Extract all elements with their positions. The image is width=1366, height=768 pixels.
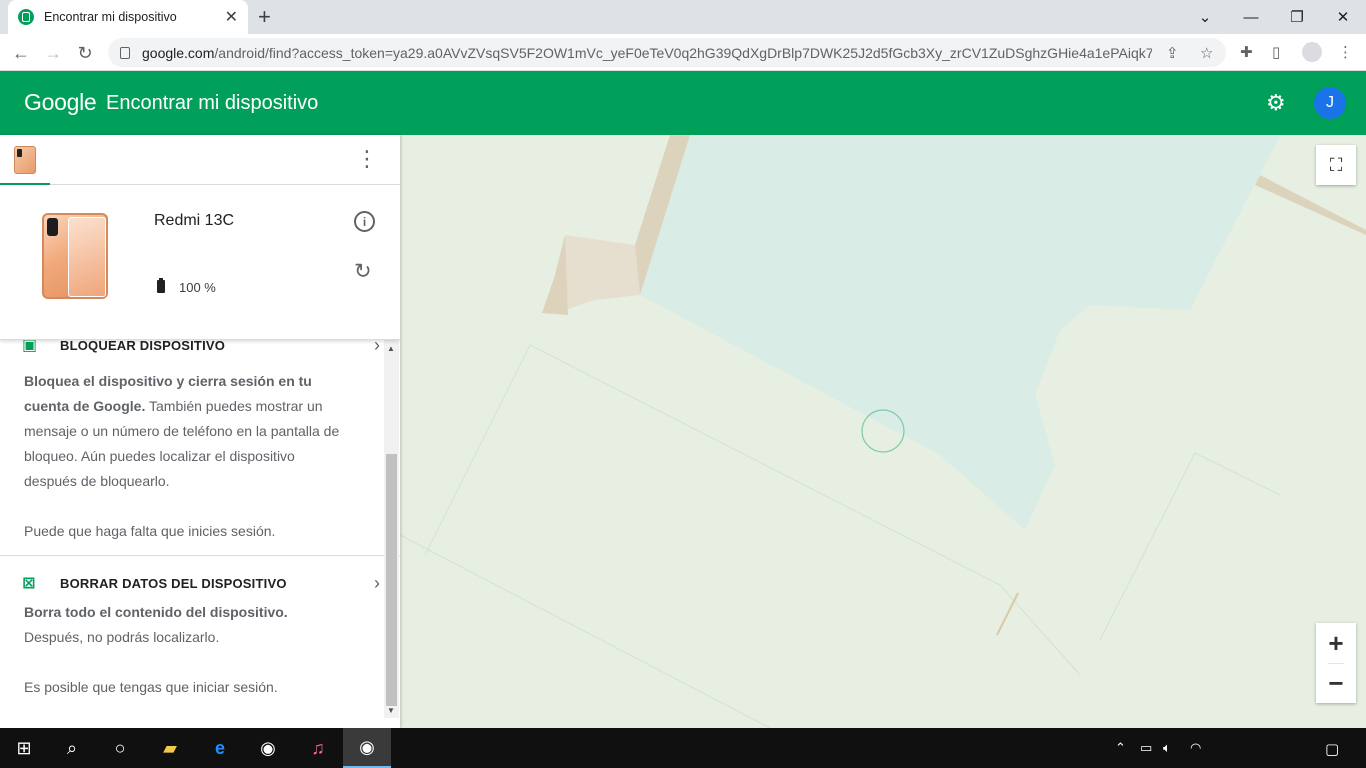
settings-gear-icon[interactable]: ⚙ xyxy=(1266,90,1286,116)
windows-taskbar: ⊞ ⌕ ○ ▰ e ◉ ♫ ◉ ⌃ ▭ 🔈︎ ◠ ▢ xyxy=(0,728,1366,768)
scrollbar-thumb[interactable] xyxy=(386,454,397,706)
device-name: Redmi 13C xyxy=(154,212,235,229)
browser-tab-bar: Encontrar mi dispositivo ✕ + ⌄ — ❐ ✕ xyxy=(0,0,1366,34)
device-thumbnail-icon xyxy=(14,146,36,174)
page-title: Encontrar mi dispositivo xyxy=(106,92,319,114)
url-text: google.com/android/find?access_token=ya2… xyxy=(142,44,1152,61)
map-view[interactable]: ⛶ + − xyxy=(400,135,1366,728)
erase-device-note: Es posible que tengas que iniciar sesión… xyxy=(24,679,278,695)
close-window-button[interactable]: ✕ xyxy=(1320,0,1366,34)
browser-toolbar: ← → ↻ google.com/android/find?access_tok… xyxy=(0,34,1366,71)
zoom-in-button[interactable]: + xyxy=(1328,623,1343,663)
extensions-icon[interactable]: ✚ xyxy=(1240,43,1253,61)
lock-icon xyxy=(120,46,130,59)
section-divider xyxy=(0,555,400,556)
device-tabs: ⋮ xyxy=(0,135,400,186)
address-bar[interactable]: google.com/android/find?access_token=ya2… xyxy=(108,38,1226,67)
notifications-icon[interactable]: ▢ xyxy=(1325,740,1339,758)
volume-icon[interactable]: 🔈︎ xyxy=(1163,740,1171,756)
battery-level: 100 % xyxy=(179,280,216,295)
scroll-up-arrow-icon[interactable]: ▲ xyxy=(387,344,395,353)
lock-device-note: Puede que haga falta que inicies sesión. xyxy=(24,523,276,539)
chevron-right-icon: › xyxy=(374,340,381,355)
device-image xyxy=(42,213,108,299)
refresh-location-icon[interactable]: ↻ xyxy=(354,259,372,284)
profile-icon[interactable] xyxy=(1302,42,1322,62)
itunes-icon[interactable]: ♫ xyxy=(294,728,342,768)
back-button[interactable]: ← xyxy=(8,40,34,66)
forward-button[interactable]: → xyxy=(40,40,66,66)
browser-tab[interactable]: Encontrar mi dispositivo ✕ xyxy=(8,0,248,34)
share-icon[interactable]: ⇪ xyxy=(1166,44,1179,62)
lock-device-icon: ▣ xyxy=(22,340,38,354)
fullscreen-button[interactable]: ⛶ xyxy=(1316,145,1356,185)
zoom-out-button[interactable]: − xyxy=(1328,663,1344,703)
panel-scrollbar[interactable]: ▲ ▼ xyxy=(384,340,399,718)
account-avatar[interactable]: J xyxy=(1314,87,1346,119)
scroll-down-arrow-icon[interactable]: ▼ xyxy=(387,706,395,715)
chrome-active-icon[interactable]: ◉ xyxy=(343,728,391,768)
chrome-icon[interactable]: ◉ xyxy=(244,728,292,768)
find-device-favicon-icon xyxy=(18,9,34,25)
network-icon[interactable]: ◠ xyxy=(1190,740,1201,756)
erase-device-header[interactable]: ⊠ BORRAR DATOS DEL DISPOSITIVO › xyxy=(22,566,380,600)
browser-tab-title: Encontrar mi dispositivo xyxy=(44,10,177,24)
device-tab-redmi[interactable] xyxy=(0,135,50,186)
chrome-menu-icon[interactable]: ⋮ xyxy=(1338,43,1353,61)
battery-tray-icon[interactable]: ▭ xyxy=(1140,740,1152,756)
restore-button[interactable]: ❐ xyxy=(1274,0,1320,34)
zoom-controls: + − xyxy=(1316,623,1356,703)
erase-device-icon: ⊠ xyxy=(22,575,36,592)
side-panel-icon[interactable]: ▯ xyxy=(1272,43,1280,61)
show-hidden-icons-icon[interactable]: ⌃ xyxy=(1115,740,1126,756)
minimize-button[interactable]: — xyxy=(1228,0,1274,34)
tab-search-icon[interactable]: ⌄ xyxy=(1182,0,1228,34)
app-header: Google Encontrar mi dispositivo ⚙ J xyxy=(0,71,1366,135)
lock-device-header[interactable]: ▣ BLOQUEAR DISPOSITIVO › xyxy=(22,340,380,362)
google-logo[interactable]: Google xyxy=(24,89,97,116)
info-icon[interactable]: i xyxy=(354,211,375,232)
device-card: Redmi 13C i 100 % ↻ xyxy=(0,185,400,340)
battery-icon xyxy=(157,278,165,293)
internet-explorer-icon[interactable]: e xyxy=(196,728,244,768)
close-tab-icon[interactable]: ✕ xyxy=(225,7,238,27)
lock-device-description: Bloquea el dispositivo y cierra sesión e… xyxy=(24,373,340,489)
new-tab-button[interactable]: + xyxy=(258,4,271,30)
windows-start-icon[interactable]: ⊞ xyxy=(0,728,48,768)
cortana-icon[interactable]: ○ xyxy=(96,728,144,768)
map-canvas xyxy=(400,135,1366,728)
chevron-right-icon: › xyxy=(374,572,381,593)
erase-device-description: Borra todo el contenido del dispositivo.… xyxy=(24,604,288,645)
erase-device-section: ⊠ BORRAR DATOS DEL DISPOSITIVO › Borra t… xyxy=(0,566,400,700)
file-explorer-icon[interactable]: ▰ xyxy=(146,728,194,768)
search-icon[interactable]: ⌕ xyxy=(48,728,96,768)
lock-device-section: ▣ BLOQUEAR DISPOSITIVO › Bloquea el disp… xyxy=(0,340,400,544)
device-panel: ⋮ Redmi 13C i 100 % ↻ ▣ BLOQUEAR DISPOSI… xyxy=(0,135,400,728)
actions-list[interactable]: ▣ BLOQUEAR DISPOSITIVO › Bloquea el disp… xyxy=(0,340,400,728)
bookmark-star-icon[interactable]: ☆ xyxy=(1200,44,1213,62)
more-options-icon[interactable]: ⋮ xyxy=(356,148,378,170)
reload-button[interactable]: ↻ xyxy=(72,40,98,66)
